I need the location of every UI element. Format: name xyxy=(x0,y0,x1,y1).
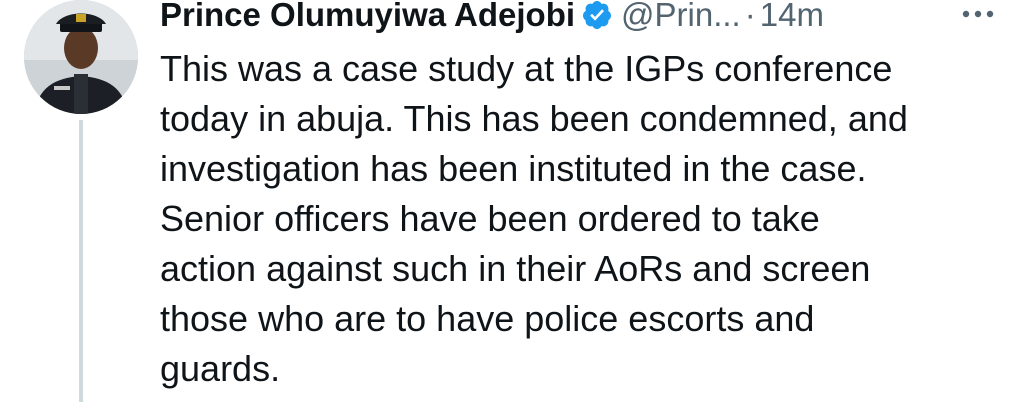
avatar[interactable] xyxy=(24,0,138,114)
tweet-header: Prince Olumuyiwa Adejobi @Prin... · 14m xyxy=(160,0,824,37)
tweet-text: This was a case study at the IGPs confer… xyxy=(160,48,908,389)
author-handle[interactable]: @Prin... xyxy=(621,0,741,34)
timestamp[interactable]: 14m xyxy=(760,0,824,34)
more-options-icon[interactable] xyxy=(958,4,998,24)
header-separator: · xyxy=(744,0,756,33)
thread-connector-line xyxy=(79,120,83,402)
avatar-photo-icon xyxy=(24,0,138,114)
verified-badge-icon[interactable] xyxy=(581,0,613,31)
author-display-name[interactable]: Prince Olumuyiwa Adejobi xyxy=(160,0,575,34)
tweet[interactable]: Prince Olumuyiwa Adejobi @Prin... · 14m … xyxy=(0,0,1024,402)
